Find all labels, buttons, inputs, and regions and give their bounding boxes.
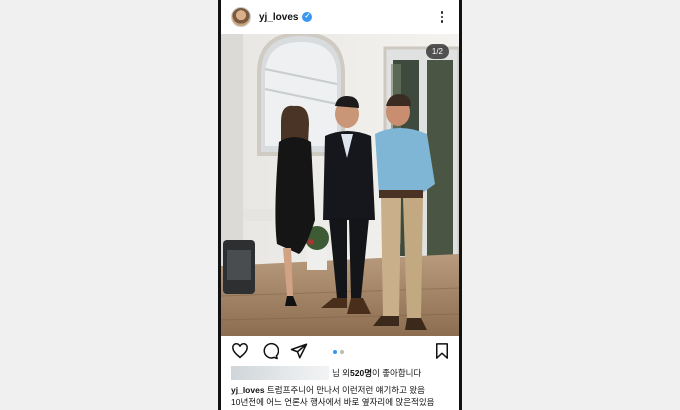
bookmark-icon[interactable] bbox=[433, 342, 451, 360]
more-options-icon[interactable] bbox=[435, 9, 449, 25]
likes-prefix: 님 외 bbox=[332, 368, 351, 378]
photo-illustration bbox=[221, 34, 459, 336]
carousel-dots bbox=[333, 350, 344, 354]
action-bar bbox=[221, 337, 459, 363]
caption-username[interactable]: yj_loves bbox=[231, 385, 265, 395]
screenshot-stage: yj_loves ✓ 1/2 님 외 520명 이 좋아합니다 yj_loves… bbox=[0, 0, 680, 410]
blurred-liker-name bbox=[231, 366, 329, 380]
post-header: yj_loves ✓ bbox=[221, 0, 459, 34]
username[interactable]: yj_loves bbox=[259, 12, 298, 23]
instagram-post: yj_loves ✓ 1/2 님 외 520명 이 좋아합니다 yj_loves… bbox=[218, 0, 462, 410]
likes-line[interactable]: 님 외 520명 이 좋아합니다 bbox=[231, 365, 457, 381]
avatar[interactable] bbox=[231, 7, 251, 27]
likes-suffix: 이 좋아합니다 bbox=[372, 368, 422, 378]
comment-bubble-icon[interactable] bbox=[261, 342, 279, 360]
caption-line-2: 10년전에 어느 언론사 행사에서 바로 옆자리에 앉은적있음 bbox=[231, 397, 435, 407]
heart-icon[interactable] bbox=[231, 342, 249, 360]
verified-badge-icon: ✓ bbox=[302, 12, 313, 22]
carousel-dot-active bbox=[333, 350, 337, 354]
carousel-dot bbox=[340, 350, 344, 354]
photo-counter: 1/2 bbox=[425, 44, 449, 59]
caption-line-1: 트럼프주니어 만나서 이런저런 얘기하고 왔음 bbox=[264, 385, 425, 395]
send-paper-plane-icon[interactable] bbox=[290, 342, 308, 360]
post-caption: yj_loves 트럼프주니어 만나서 이런저런 얘기하고 왔음 10년전에 어… bbox=[231, 384, 457, 408]
post-photo[interactable]: 1/2 bbox=[221, 34, 459, 336]
likes-count[interactable]: 520명 bbox=[350, 367, 372, 379]
